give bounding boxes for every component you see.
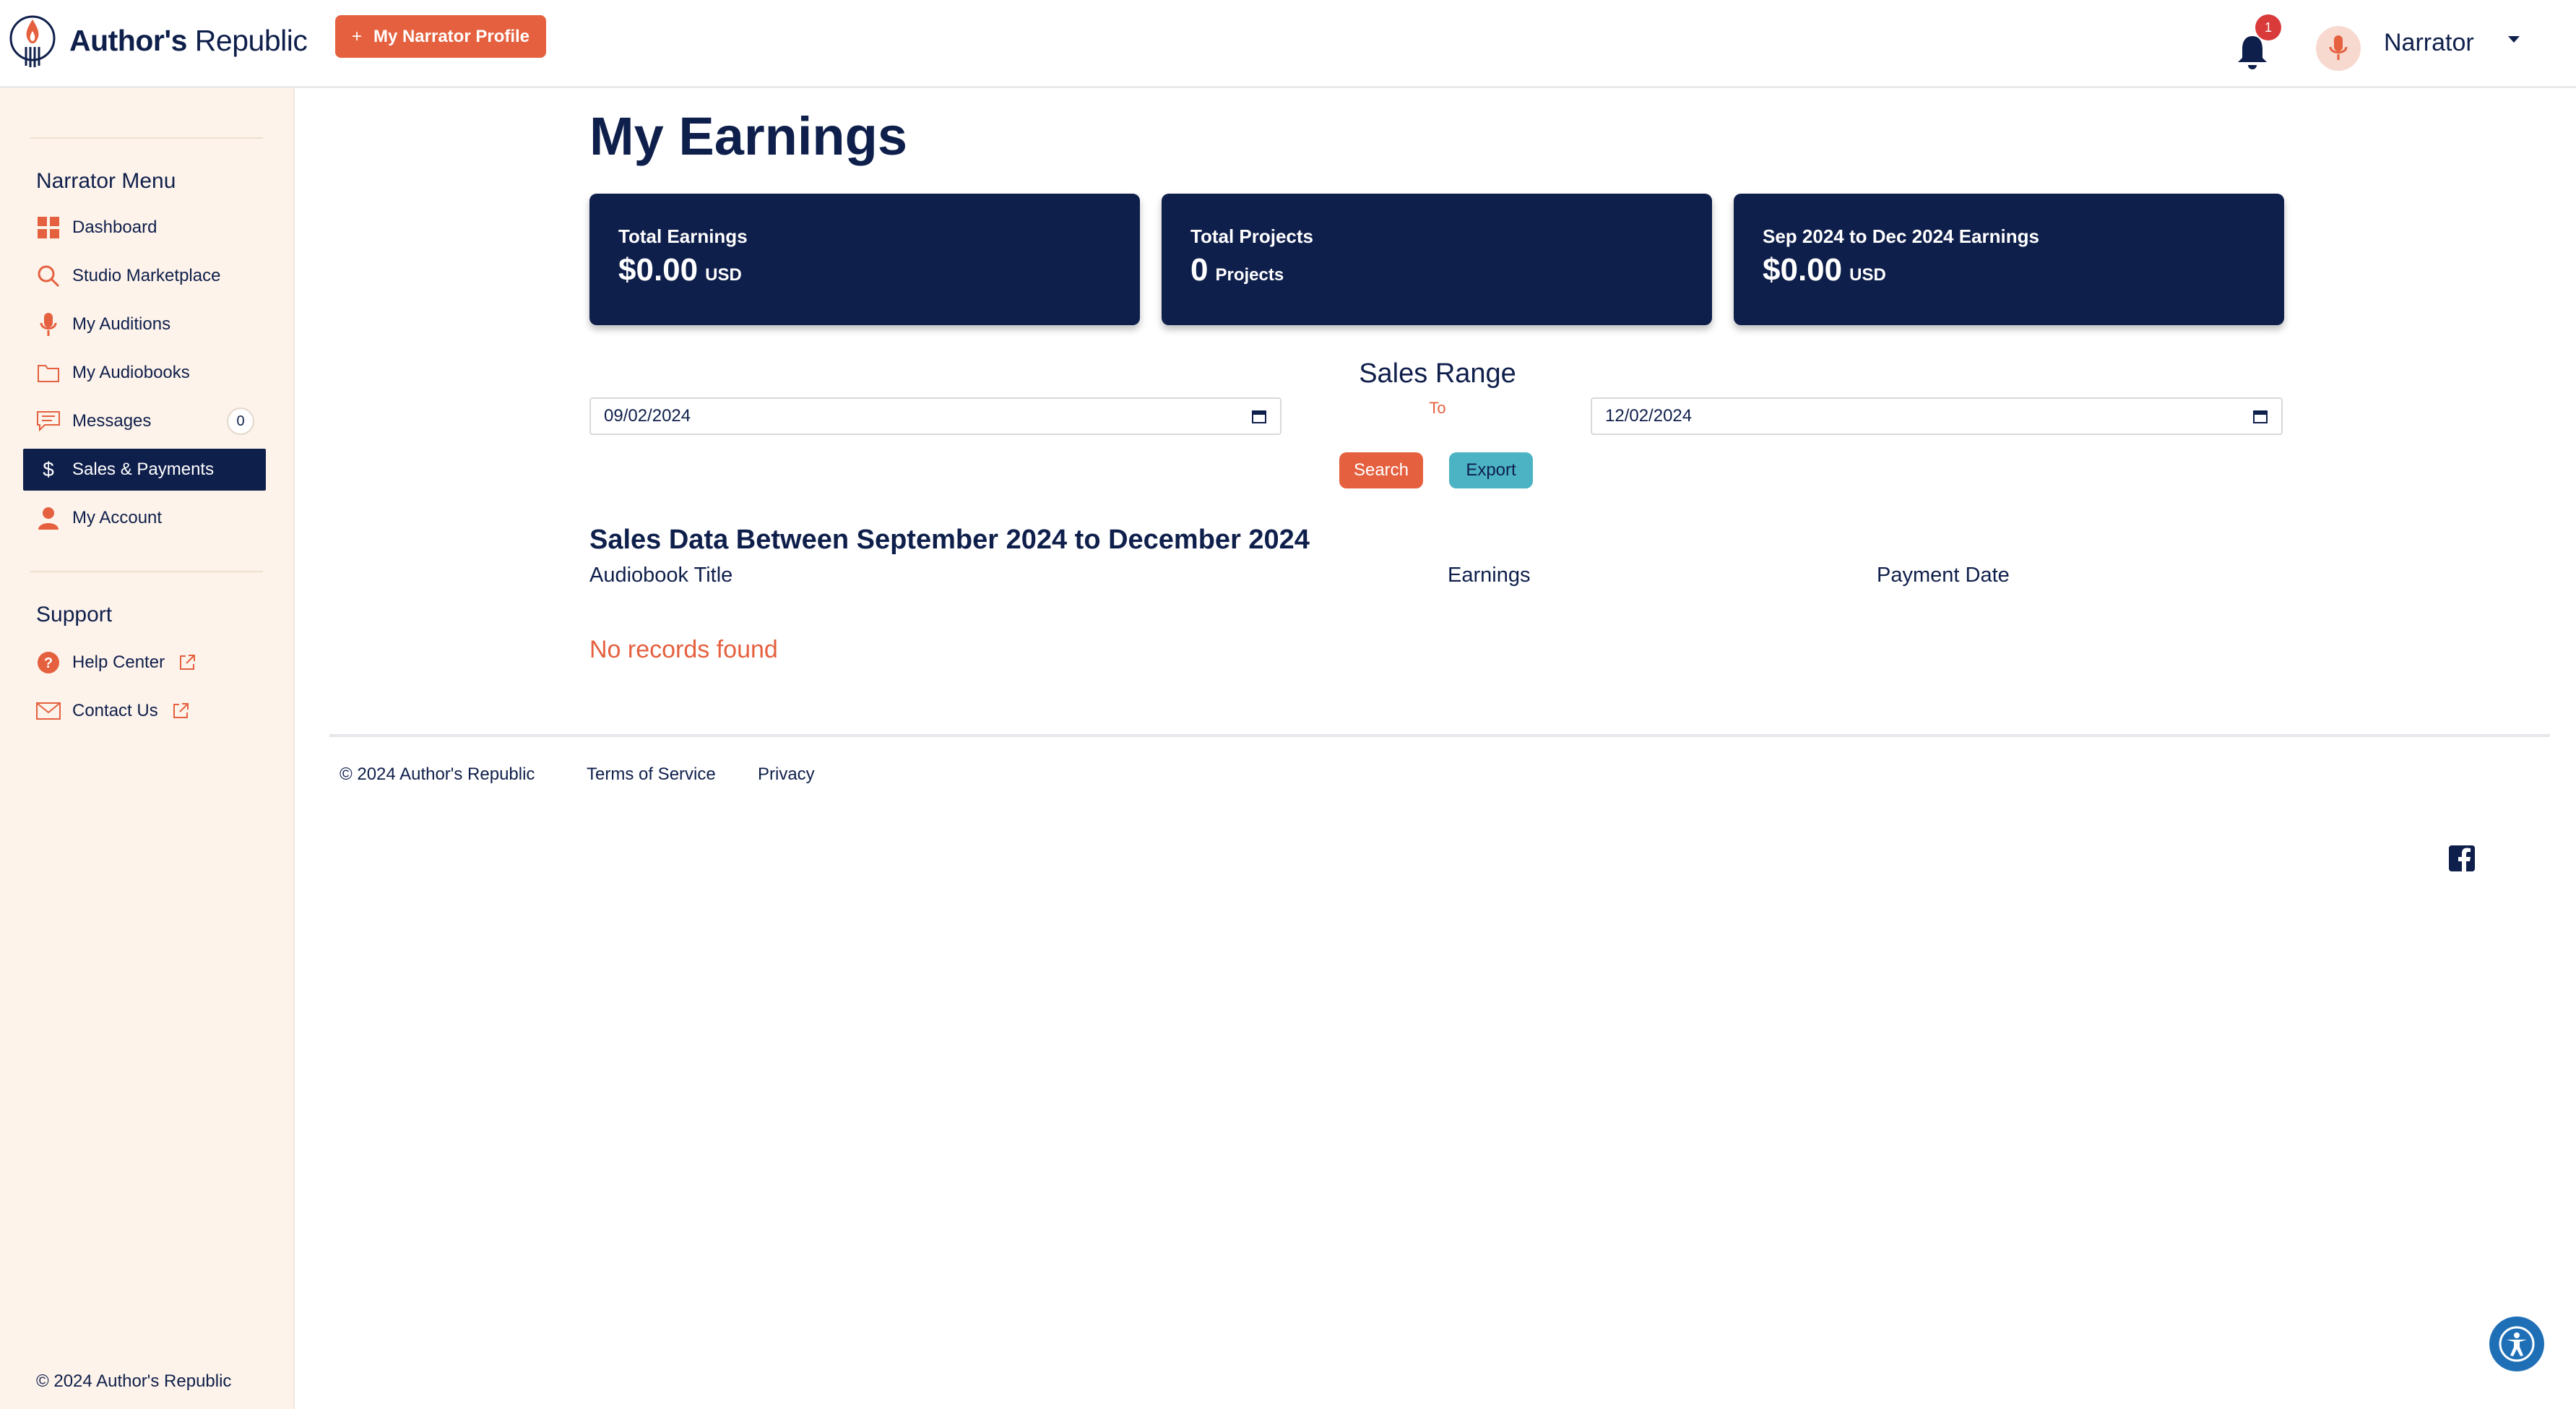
sidebar-item-sales-payments[interactable]: $ Sales & Payments <box>23 449 266 491</box>
brand-logo[interactable]: Author's Republic <box>9 10 308 71</box>
sidebar-divider <box>30 571 263 572</box>
avatar[interactable] <box>2316 26 2361 71</box>
sidebar-item-label: My Account <box>72 508 163 527</box>
end-date-value: 12/02/2024 <box>1605 406 1693 426</box>
sidebar-item-my-audiobooks[interactable]: My Audiobooks <box>23 352 266 394</box>
sidebar-item-label: My Auditions <box>72 314 171 334</box>
sidebar-support-heading: Support <box>36 603 113 626</box>
top-bar: Author's Republic + My Narrator Profile … <box>0 0 2576 88</box>
sidebar-item-label: Contact Us <box>72 701 158 720</box>
column-header-payment-date: Payment Date <box>1877 564 2010 587</box>
total-projects-card: Total Projects 0 Projects <box>1162 194 1712 325</box>
external-link-icon <box>173 703 189 718</box>
user-icon <box>36 506 61 530</box>
empty-state-message: No records found <box>589 636 778 663</box>
sidebar-item-label: My Audiobooks <box>72 363 190 382</box>
user-name[interactable]: Narrator <box>2384 29 2474 57</box>
sales-range-title: Sales Range <box>1359 358 1516 389</box>
my-narrator-profile-label: My Narrator Profile <box>373 26 530 46</box>
sidebar-item-label: Dashboard <box>72 217 157 237</box>
mail-icon <box>36 699 61 723</box>
card-label: Sep 2024 to Dec 2024 Earnings <box>1763 225 2039 247</box>
end-date-input[interactable]: 12/02/2024 <box>1591 397 2283 435</box>
calendar-icon[interactable] <box>1251 408 1267 424</box>
logo-icon <box>9 15 56 67</box>
svg-text:?: ? <box>44 655 53 671</box>
sidebar-item-label: Studio Marketplace <box>72 266 221 285</box>
start-date-value: 09/02/2024 <box>604 406 691 426</box>
my-narrator-profile-button[interactable]: + My Narrator Profile <box>335 15 546 58</box>
dollar-icon: $ <box>43 458 54 481</box>
sidebar-copyright: © 2024 Author's Republic <box>36 1371 232 1391</box>
microphone-icon <box>36 312 61 337</box>
card-value: $0.00 USD <box>1763 252 1886 288</box>
brand-name: Author's Republic <box>69 23 308 57</box>
external-link-icon <box>180 655 196 670</box>
folder-icon <box>36 361 61 385</box>
accessibility-icon <box>2499 1326 2535 1362</box>
terms-of-service-link[interactable]: Terms of Service <box>587 764 716 785</box>
help-icon: ? <box>36 650 61 675</box>
sidebar-item-my-auditions[interactable]: My Auditions <box>23 303 266 345</box>
chevron-down-icon[interactable] <box>2508 36 2520 43</box>
sidebar-item-label: Sales & Payments <box>72 460 215 479</box>
sidebar-item-messages[interactable]: Messages 0 <box>23 400 266 442</box>
column-header-audiobook-title: Audiobook Title <box>589 564 733 587</box>
sidebar-menu-heading: Narrator Menu <box>36 169 176 193</box>
card-label: Total Projects <box>1190 225 1314 247</box>
footer-divider <box>329 734 2550 737</box>
search-icon <box>36 264 61 288</box>
privacy-link[interactable]: Privacy <box>758 764 815 785</box>
footer-copyright: © 2024 Author's Republic <box>340 764 535 784</box>
sidebar-divider <box>30 137 263 139</box>
sales-data-heading: Sales Data Between September 2024 to Dec… <box>589 525 1310 555</box>
accessibility-button[interactable] <box>2489 1317 2544 1371</box>
sidebar-item-contact-us[interactable]: Contact Us <box>23 690 266 732</box>
sidebar-item-label: Messages <box>72 411 152 431</box>
microphone-icon <box>2329 35 2348 60</box>
card-value: 0 Projects <box>1190 252 1284 288</box>
sidebar-item-label: Help Center <box>72 652 165 672</box>
sidebar-item-dashboard[interactable]: Dashboard <box>23 207 266 249</box>
dashboard-icon <box>36 215 61 240</box>
range-earnings-card: Sep 2024 to Dec 2024 Earnings $0.00 USD <box>1734 194 2284 325</box>
notification-badge: 1 <box>2255 14 2281 40</box>
export-button[interactable]: Export <box>1449 452 1533 488</box>
sidebar-item-studio-marketplace[interactable]: Studio Marketplace <box>23 255 266 297</box>
chat-icon <box>36 409 61 434</box>
sidebar-item-my-account[interactable]: My Account <box>23 497 266 539</box>
to-label: To <box>1429 399 1446 417</box>
plus-icon: + <box>351 26 362 46</box>
sidebar: Narrator Menu Dashboard Studio Marketpla… <box>0 88 295 1409</box>
facebook-icon[interactable] <box>2449 845 2475 871</box>
calendar-icon[interactable] <box>2252 408 2268 424</box>
sidebar-item-help-center[interactable]: ? Help Center <box>23 642 266 684</box>
card-value: $0.00 USD <box>618 252 742 288</box>
card-label: Total Earnings <box>618 225 748 247</box>
page-title: My Earnings <box>589 106 907 166</box>
total-earnings-card: Total Earnings $0.00 USD <box>589 194 1140 325</box>
column-header-earnings: Earnings <box>1448 564 1531 587</box>
search-button[interactable]: Search <box>1339 452 1423 488</box>
start-date-input[interactable]: 09/02/2024 <box>589 397 1281 435</box>
messages-count-badge: 0 <box>227 408 254 435</box>
